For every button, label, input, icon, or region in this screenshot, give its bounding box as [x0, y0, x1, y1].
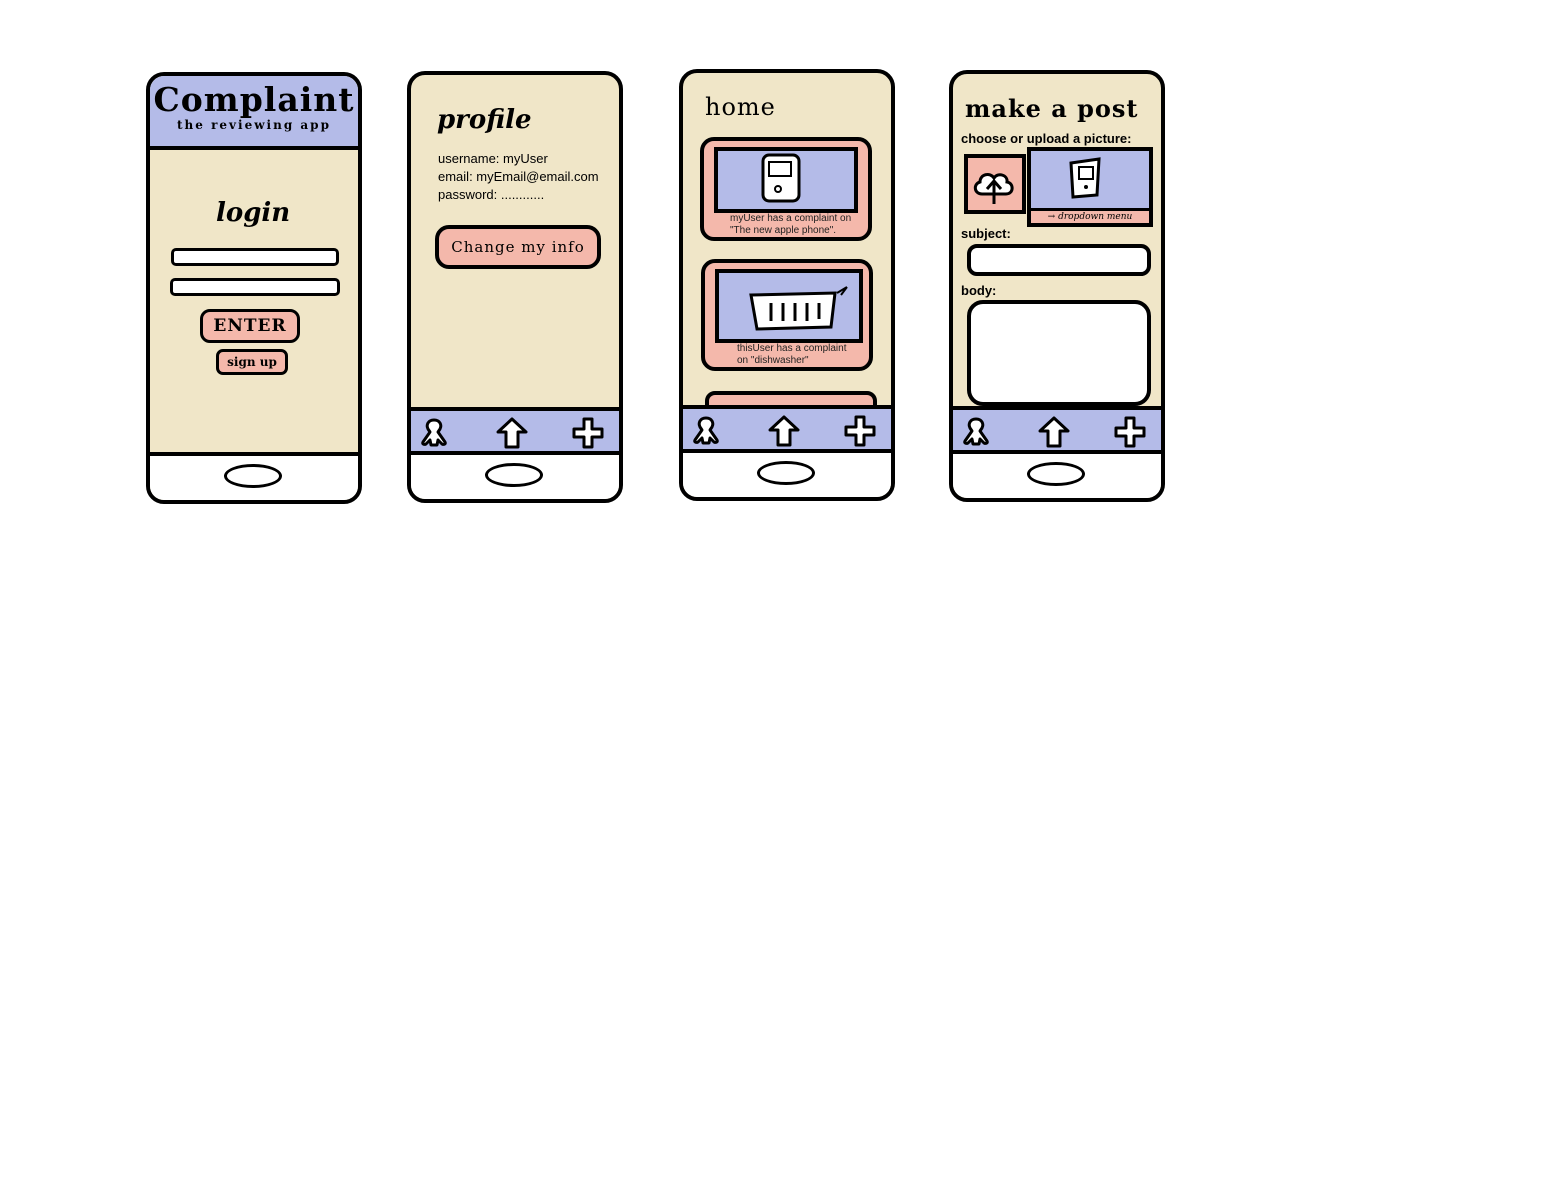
page-title: profile	[437, 105, 532, 135]
phone-home-button[interactable]	[485, 463, 543, 487]
subject-input[interactable]	[967, 244, 1151, 276]
plus-icon[interactable]	[1113, 415, 1147, 449]
bottom-nav	[411, 407, 619, 455]
post-text-line: thisUser has a complaint	[737, 343, 847, 354]
app-header: Complaint the reviewing app	[150, 76, 358, 150]
upload-cloud-icon[interactable]	[964, 154, 1026, 214]
post-text: thisUser has a complaint on "dishwasher"	[737, 343, 847, 367]
dropdown-menu[interactable]: → dropdown menu	[1031, 208, 1149, 223]
post-card[interactable]: thisUser has a complaint on "dishwasher"	[701, 259, 873, 371]
home-arrow-icon[interactable]	[1037, 415, 1071, 449]
phone-home-button[interactable]	[1027, 462, 1085, 486]
picture-label: choose or upload a picture:	[961, 131, 1132, 146]
post-card[interactable]: myUser has a complaint on "The new apple…	[700, 137, 872, 241]
home-arrow-icon[interactable]	[495, 416, 529, 450]
body-label: body:	[961, 283, 997, 298]
phone-bezel	[953, 450, 1161, 498]
gallery-select[interactable]: → dropdown menu	[1027, 147, 1153, 227]
person-icon[interactable]	[689, 414, 723, 448]
phone-sketch-icon	[1069, 157, 1101, 199]
dishwasher-sketch-icon	[715, 269, 863, 343]
phone-sketch-icon	[714, 147, 858, 213]
home-arrow-icon[interactable]	[767, 414, 801, 448]
post-text-line: myUser has a complaint on	[730, 213, 852, 224]
subject-label: subject:	[961, 226, 1011, 241]
post-text-line: "The new apple phone".	[730, 225, 837, 236]
phone-bezel	[150, 452, 358, 500]
page-title: make a post	[965, 94, 1139, 123]
post-text-line: on "dishwasher"	[737, 355, 809, 366]
change-info-button[interactable]: Change my info	[435, 225, 601, 269]
password-field[interactable]	[170, 278, 340, 296]
signup-button[interactable]: sign up	[216, 349, 288, 375]
post-text: myUser has a complaint on "The new apple…	[730, 213, 851, 237]
username-text: username: myUser	[438, 151, 548, 166]
phone-post-screen: make a post choose or upload a picture: …	[949, 70, 1165, 502]
app-title: Complaint	[153, 80, 355, 119]
phone-profile-screen: profile username: myUser email: myEmail@…	[407, 71, 623, 503]
phone-home-screen: home myUser has a complaint on "The new …	[679, 69, 895, 501]
person-icon[interactable]	[417, 416, 451, 450]
username-field[interactable]	[171, 248, 339, 266]
page-title: home	[705, 93, 776, 121]
phone-bezel	[683, 449, 891, 497]
login-heading: login	[216, 198, 291, 228]
plus-icon[interactable]	[843, 414, 877, 448]
profile-info: username: myUser email: myEmail@email.co…	[438, 150, 599, 204]
phone-login-screen: Complaint the reviewing app login ENTER …	[146, 72, 362, 504]
phone-home-button[interactable]	[224, 464, 282, 488]
bottom-nav	[953, 406, 1161, 454]
email-text: email: myEmail@email.com	[438, 169, 599, 184]
body-textarea[interactable]	[967, 300, 1151, 406]
bottom-nav	[683, 405, 891, 453]
password-text: password: ............	[438, 187, 545, 202]
plus-icon[interactable]	[571, 416, 605, 450]
enter-button[interactable]: ENTER	[200, 309, 300, 343]
app-subtitle: the reviewing app	[177, 118, 331, 132]
phone-bezel	[411, 451, 619, 499]
person-icon[interactable]	[959, 415, 993, 449]
phone-home-button[interactable]	[757, 461, 815, 485]
